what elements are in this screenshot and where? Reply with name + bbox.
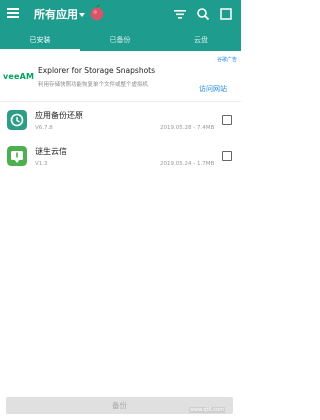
tab-bar: 已安装 已备份 云盘: [0, 31, 241, 51]
backup-restore-icon: [7, 110, 27, 130]
menu-icon[interactable]: [7, 8, 19, 19]
tab-cloud[interactable]: 云盘: [161, 31, 241, 51]
app-checkbox[interactable]: [222, 115, 232, 125]
select-all-icon[interactable]: [219, 7, 233, 21]
page-title[interactable]: 所有应用: [34, 6, 78, 22]
app-bar: 所有应用: [0, 0, 241, 31]
list-item[interactable]: 谜生云信 V1.3 2019.05.24 - 1.7MB: [0, 146, 241, 176]
app-meta: 2019.05.28 - 7.4MB: [160, 125, 215, 131]
app-name: 应用备份还原: [35, 111, 83, 120]
app-version: V1.3: [35, 161, 48, 167]
watermark: www.qt6.com: [189, 407, 225, 413]
tab-backed-up[interactable]: 已备份: [80, 31, 160, 51]
tab-installed[interactable]: 已安装: [0, 31, 80, 51]
apple-logo-icon: [90, 4, 104, 21]
app-meta: 2019.05.24 - 1.7MB: [160, 161, 215, 167]
list-item[interactable]: 应用备份还原 V6.7.8 2019.05.28 - 7.4MB: [0, 110, 241, 140]
ad-visit-link[interactable]: 访问网站: [199, 84, 227, 94]
dropdown-caret-icon[interactable]: [79, 13, 85, 17]
search-icon[interactable]: [196, 7, 210, 21]
download-app-icon: [7, 146, 27, 166]
app-name: 谜生云信: [35, 147, 67, 156]
ad-logo: veeAM: [3, 72, 35, 81]
ad-tag: 谷歌广告: [216, 57, 237, 63]
app-version: V6.7.8: [35, 125, 53, 131]
app-checkbox[interactable]: [222, 151, 232, 161]
ad-banner[interactable]: 谷歌广告 veeAM Explorer for Storage Snapshot…: [0, 56, 241, 102]
ad-title[interactable]: Explorer for Storage Snapshots: [38, 66, 155, 75]
ad-subtitle: 利用存储快照功能恢复单个文件或整个虚拟机: [38, 82, 149, 88]
tab-indicator: [0, 49, 80, 51]
filter-icon[interactable]: [173, 7, 187, 21]
